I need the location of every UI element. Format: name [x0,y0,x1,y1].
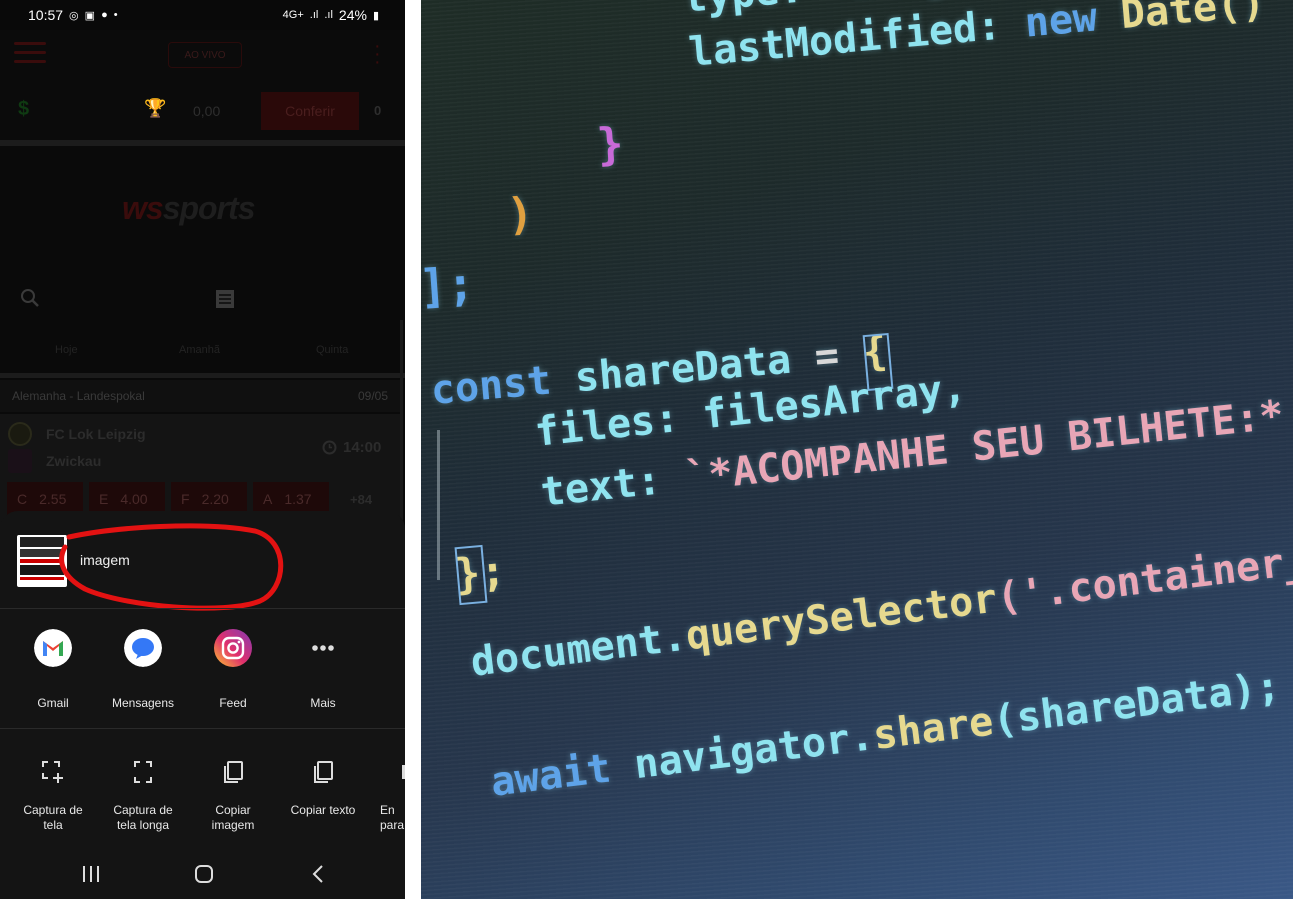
more-dots-icon [312,645,334,651]
scrollbar[interactable] [400,320,403,520]
instagram-icon [214,629,252,667]
more-odds-link[interactable]: +84 [350,492,372,507]
long-screenshot-icon [134,761,152,783]
home-team: FC Lok Leipzig [8,422,146,446]
league-date: 09/05 [357,389,388,403]
share-app-instagram-feed[interactable]: Feed [188,629,278,710]
bet-count: 0 [374,103,382,118]
action-label: Copiar imagem [211,803,255,832]
home-crest-icon [8,422,32,446]
day-tab-tomorrow[interactable]: Amanhã [179,344,220,356]
bracket-highlight-close [454,544,488,606]
phone-screenshot: 10:57 ◎ ▣ ● • 4G+ .ıl .ıl 24% ▮ AO VIVO … [0,0,405,899]
share-app-gmail[interactable]: Gmail [8,629,98,710]
signal-icon: .ıl [309,9,319,21]
gmail-icon [34,629,72,667]
action-copy-image[interactable]: Copiar imagem [188,759,278,833]
red-annotation-circle [59,523,284,611]
code-line-brace: } [595,118,626,171]
app-label: Mais [310,696,336,710]
action-label: Captura de tela [23,803,83,832]
wssports-logo: wssports [122,190,255,226]
clock-icon [322,440,337,455]
day-tab-today[interactable]: Hoje [55,344,78,356]
away-crest-icon [8,449,32,473]
more-options-icon[interactable]: · · · [374,36,381,72]
code-photo: type: 'image/png' lastModified: new Date… [421,0,1293,899]
action-copy-text[interactable]: Copiar texto [278,759,368,818]
action-long-screenshot[interactable]: Captura de tela longa [98,759,188,833]
action-label: Copiar texto [290,803,356,817]
betting-app-background: AO VIVO · · · $ 🏆 0,00 Conferir 0 wssports… [0,30,405,550]
divider [0,728,405,729]
battery-icon: ▮ [372,9,379,22]
signal-icon-2: .ıl [324,9,333,21]
copy-image-icon [224,761,243,783]
more-notifications-icon: • [113,9,118,21]
balance-value: 0,00 [193,103,221,119]
divider [0,140,405,146]
instagram-notification-icon: ◎ [69,9,79,22]
match-time: 14:00 [322,439,381,456]
share-sheet: imagem Gmail Mensagens Feed Mais Captura… [0,511,405,899]
code-line-paren: ) [505,188,536,241]
trophy-icon: 🏆 [144,98,167,118]
share-preview: imagem [0,511,405,611]
action-label: En para [380,803,405,832]
action-label: Captura de tela longa [113,803,173,832]
send-icon [402,765,405,779]
share-more-button[interactable]: Mais [278,629,368,710]
app-notification-icon: ▣ [84,9,96,22]
bulb-notification-icon: ● [101,9,108,21]
app-label: Gmail [37,696,69,710]
live-button[interactable]: AO VIVO [168,42,242,68]
action-screenshot[interactable]: Captura de tela [8,759,98,833]
battery-level: 24% [338,7,367,23]
back-icon[interactable] [308,863,328,885]
status-bar: 10:57 ◎ ▣ ● • 4G+ .ıl .ıl 24% ▮ [0,0,405,30]
confirm-button[interactable]: Conferir [261,92,359,130]
dollar-icon[interactable]: $ [18,98,29,121]
app-label: Feed [219,696,247,710]
league-name: Alemanha - Landespokal [12,389,145,403]
messages-icon [124,629,162,667]
app-header: AO VIVO · · · $ 🏆 0,00 Conferir 0 [0,30,405,140]
home-icon[interactable] [193,863,215,885]
search-icon[interactable] [20,288,40,308]
league-header: Alemanha - Landespokal 09/05 [0,380,400,412]
divider [0,608,405,609]
share-app-messages[interactable]: Mensagens [98,629,188,710]
copy-text-icon [314,761,333,783]
away-team: Zwickau [8,449,101,473]
app-label: Mensagens [111,696,175,710]
screenshot-icon [42,761,63,783]
network-type: 4G+ [282,9,304,21]
action-send-to[interactable]: En para [368,759,405,833]
day-tab-thursday[interactable]: Quinta [316,344,348,356]
menu-icon[interactable] [14,42,46,66]
list-icon[interactable] [216,290,234,308]
android-nav-bar [0,851,405,899]
indent-guide [437,430,440,580]
code-line-array-end: ]; [421,256,477,314]
status-time: 10:57 [28,7,64,23]
recent-apps-icon[interactable] [81,863,101,885]
divider [0,373,405,378]
